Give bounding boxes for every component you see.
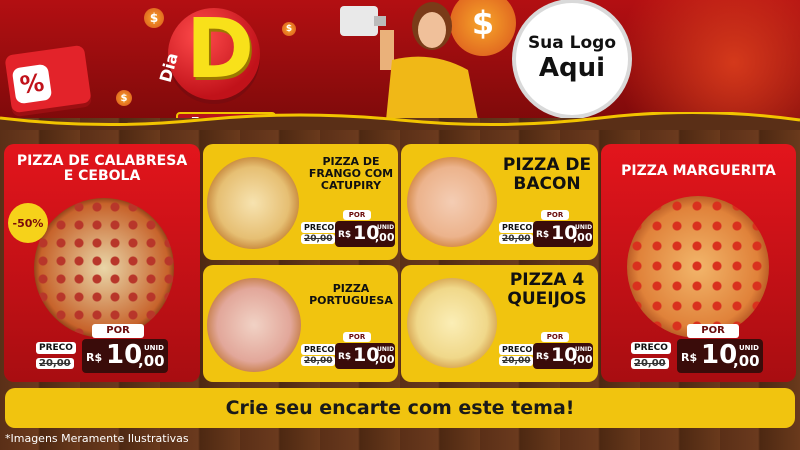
cta-banner[interactable]: Crie seu encarte com este tema!: [5, 388, 795, 428]
coin-icon: $: [116, 90, 132, 106]
product-card-portuguesa[interactable]: PIZZA PORTUGUESA POR PRECO 20,00 R$ 10 U…: [203, 265, 398, 382]
pizza-image: [407, 157, 497, 247]
price-unit: UNID: [377, 346, 395, 353]
price-unit: UNID: [575, 346, 593, 353]
price-tag: POR PRECO 20,00 R$ 10 UNID ,00: [301, 332, 396, 372]
por-label: POR: [687, 324, 739, 338]
price-tag: POR PRECO 20,00 R$ 10 UNID ,00: [36, 324, 196, 376]
preco-label: PRECO: [301, 344, 338, 355]
price-cents: ,00: [573, 231, 593, 244]
logo-line-1: Sua Logo: [527, 33, 617, 53]
old-price: 20,00: [301, 356, 336, 366]
discount-badge: -50%: [8, 203, 48, 243]
currency: R$: [536, 230, 550, 240]
price-cents: ,00: [375, 231, 395, 244]
product-name: PIZZA 4 QUEIJOS: [507, 270, 587, 309]
old-price: 20,00: [631, 358, 669, 369]
price-cents: ,00: [573, 353, 593, 366]
preco-label: PRECO: [36, 342, 76, 354]
product-card-calabresa[interactable]: PIZZA DE CALABRESA E CEBOLA POR PRECO 20…: [4, 144, 200, 382]
por-label: POR: [343, 332, 371, 342]
price-cents: ,00: [733, 352, 760, 370]
pizza-image: [407, 278, 497, 368]
dia-d-logo: D Dia Economia: [156, 2, 276, 125]
currency: R$: [681, 351, 698, 364]
product-name: PIZZA DE FRANGO COM CATUPIRY: [308, 155, 394, 193]
price-cents: ,00: [375, 353, 395, 366]
logo-line-2: Aqui: [538, 53, 606, 83]
old-price: 20,00: [36, 358, 74, 369]
disclaimer-note: *Imagens Meramente Ilustrativas: [5, 432, 189, 445]
price-unit: UNID: [377, 224, 395, 231]
price-tag: POR PRECO 20,00 R$ 10 UNID ,00: [499, 332, 594, 372]
product-name: PIZZA MARGUERITA: [621, 163, 776, 179]
new-price-box: R$ 10 UNID ,00: [82, 339, 168, 373]
currency: R$: [338, 352, 352, 362]
brand-logo-placeholder: Sua Logo Aqui: [516, 3, 628, 115]
product-card-marguerita[interactable]: PIZZA MARGUERITA POR PRECO 20,00 R$ 10 U…: [601, 144, 796, 382]
new-price-box: R$ 10 UNID ,00: [335, 343, 395, 369]
logo-d-letter: D: [186, 2, 255, 97]
pizza-image: [34, 198, 174, 338]
product-name: PIZZA PORTUGUESA: [309, 282, 393, 308]
price-cents: ,00: [138, 352, 165, 370]
new-price-box: R$ 10 UNID ,00: [677, 339, 763, 373]
pizza-image: [627, 196, 769, 338]
header-wave-divider: [0, 112, 800, 130]
currency: R$: [536, 352, 550, 362]
price-tag: POR PRECO 20,00 R$ 10 UNID ,00: [499, 210, 594, 250]
preco-label: PRECO: [301, 222, 338, 233]
product-card-bacon[interactable]: PIZZA DE BACON POR PRECO 20,00 R$ 10 UNI…: [401, 144, 598, 260]
por-label: POR: [541, 332, 569, 342]
old-price: 20,00: [499, 356, 534, 366]
preco-label: PRECO: [499, 222, 536, 233]
price-integer: 10: [106, 340, 143, 370]
new-price-box: R$ 10 UNID ,00: [533, 343, 593, 369]
preco-label: PRECO: [499, 344, 536, 355]
new-price-box: R$ 10 UNID ,00: [533, 221, 593, 247]
por-label: POR: [92, 324, 144, 338]
pizza-image: [207, 157, 299, 249]
price-unit: UNID: [739, 344, 759, 352]
price-tag: POR PRECO 20,00 R$ 10 UNID ,00: [631, 324, 791, 376]
currency: R$: [338, 230, 352, 240]
price-tag: POR PRECO 20,00 R$ 10 UNID ,00: [301, 210, 396, 250]
coin-icon: $: [282, 22, 296, 36]
pizza-image: [207, 278, 301, 372]
old-price: 20,00: [301, 234, 336, 244]
header: $ $ $ $ % D Dia Economia Sua Logo Aqui: [0, 0, 800, 125]
old-price: 20,00: [499, 234, 534, 244]
product-name: PIZZA DE CALABRESA E CEBOLA: [16, 153, 188, 185]
por-label: POR: [541, 210, 569, 220]
price-integer: 10: [701, 340, 738, 370]
product-card-4-queijos[interactable]: PIZZA 4 QUEIJOS POR PRECO 20,00 R$ 10 UN…: [401, 265, 598, 382]
currency: R$: [86, 351, 103, 364]
por-label: POR: [343, 210, 371, 220]
price-unit: UNID: [144, 344, 164, 352]
product-name: PIZZA DE BACON: [502, 155, 592, 194]
price-unit: UNID: [575, 224, 593, 231]
preco-label: PRECO: [631, 342, 671, 354]
woman-megaphone-image: [340, 2, 478, 120]
percent-icon: %: [11, 63, 53, 105]
product-card-frango[interactable]: PIZZA DE FRANGO COM CATUPIRY POR PRECO 2…: [203, 144, 398, 260]
new-price-box: R$ 10 UNID ,00: [335, 221, 395, 247]
